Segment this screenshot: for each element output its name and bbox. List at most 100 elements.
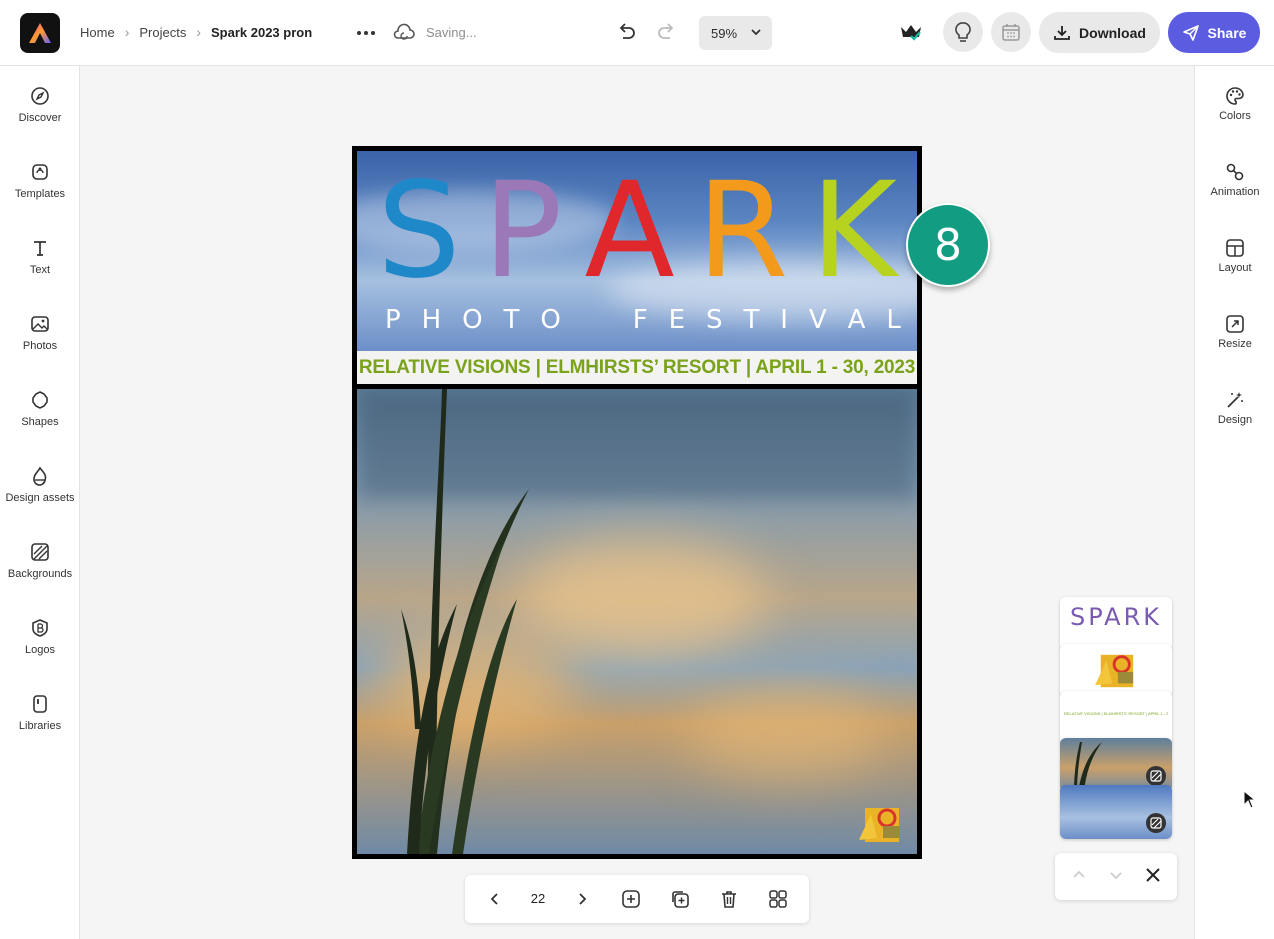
sky-header-image[interactable]: S P A R K P H O T O F E S T I V A L [357, 151, 917, 351]
add-page-icon [622, 890, 640, 908]
mouse-cursor-icon [1243, 789, 1257, 815]
magic-wand-icon [1227, 392, 1243, 408]
app-logo[interactable] [20, 13, 60, 53]
chevron-left-icon [490, 893, 498, 905]
redo-button[interactable] [655, 20, 679, 49]
add-page-button[interactable] [619, 887, 643, 911]
next-page-button[interactable] [570, 887, 594, 911]
water-reflection-photo[interactable] [357, 389, 917, 854]
sidebar-item-text[interactable]: Text [0, 238, 80, 298]
share-button[interactable]: Share [1168, 12, 1260, 53]
sidebar-label: Templates [14, 188, 66, 200]
layer-banner-text[interactable]: RELATIVE VISIONS | ELMHIRSTS’ RESORT | A… [1060, 691, 1172, 745]
undo-button[interactable] [614, 20, 638, 49]
layout-icon [1226, 239, 1244, 257]
delete-page-button[interactable] [717, 887, 741, 911]
undo-icon [619, 23, 635, 39]
layer-spark-title[interactable]: SPARK [1060, 597, 1172, 651]
right-toolbar: Colors Animation Layout Resize Design [1194, 66, 1274, 939]
breadcrumb-home[interactable]: Home [80, 25, 115, 40]
breadcrumb-projects[interactable]: Projects [139, 25, 186, 40]
download-button[interactable]: Download [1039, 12, 1160, 53]
chevron-down-icon [751, 29, 761, 36]
panel-item-layout[interactable]: Layout [1195, 238, 1274, 294]
sidebar-item-libraries[interactable]: Libraries [0, 694, 80, 754]
sidebar-label: Backgrounds [7, 568, 73, 580]
share-label: Share [1207, 24, 1247, 41]
page-number[interactable]: 22 [520, 891, 556, 906]
premium-button[interactable] [891, 12, 931, 52]
sidebar-item-templates[interactable]: Templates [0, 162, 80, 222]
duplicate-page-button[interactable] [668, 887, 692, 911]
adobe-express-logo-icon [29, 23, 51, 43]
sidebar-label: Libraries [18, 720, 62, 732]
crown-check-icon [901, 25, 921, 41]
previous-page-button[interactable] [483, 887, 507, 911]
sidebar-label: Text [29, 264, 51, 276]
panel-label: Layout [1218, 262, 1252, 274]
subtitle-letter: H [421, 305, 442, 335]
design-canvas[interactable]: S P A R K P H O T O F E S T I V A L RELA… [352, 146, 922, 859]
subtitle-letter: O [462, 305, 483, 335]
subtitle-letter: V [808, 305, 827, 335]
chevron-right-icon: › [124, 24, 130, 40]
subtitle-letter: T [743, 305, 760, 335]
more-icon [357, 31, 375, 35]
sidebar-label: Design assets [5, 492, 75, 504]
layers-panel: SPARK RELATIVE VISIONS | ELMHIRSTS’ RESO… [1060, 597, 1172, 839]
sidebar-item-discover[interactable]: Discover [0, 86, 80, 146]
grid-view-button[interactable] [766, 887, 790, 911]
sidebar-item-design-assets[interactable]: Design assets [0, 466, 80, 526]
subtitle-letter: T [503, 305, 520, 335]
page-navigation-bar [465, 875, 809, 923]
spark-title[interactable]: S P A R K [377, 161, 897, 301]
sidebar-item-logos[interactable]: Logos [0, 618, 80, 678]
layers-nav [1055, 853, 1177, 900]
sidebar-item-shapes[interactable]: Shapes [0, 390, 80, 450]
layer-sky-photo[interactable] [1060, 785, 1172, 839]
photo-festival-subtitle[interactable]: P H O T O F E S T I V A L [385, 305, 901, 335]
document-title[interactable]: Spark 2023 pron [211, 25, 312, 40]
libraries-icon [33, 695, 47, 713]
panel-item-resize[interactable]: Resize [1195, 314, 1274, 370]
trash-icon [722, 891, 736, 908]
sidebar-label: Logos [25, 644, 55, 656]
sidebar-item-backgrounds[interactable]: Backgrounds [0, 542, 80, 602]
move-layer-down-button[interactable] [1108, 867, 1124, 888]
panel-item-design[interactable]: Design [1195, 390, 1274, 446]
chevron-up-icon [1073, 870, 1085, 878]
festival-logo-icon [859, 808, 899, 842]
backgrounds-icon [31, 543, 49, 561]
title-letter: K [810, 154, 897, 308]
layer-logo[interactable] [1060, 644, 1172, 698]
zoom-dropdown[interactable]: 59% [699, 16, 772, 50]
chevron-right-icon: › [196, 24, 201, 40]
layer-thumb-banner: RELATIVE VISIONS | ELMHIRSTS’ RESORT | A… [1064, 711, 1168, 716]
close-icon [1146, 868, 1160, 882]
close-layers-button[interactable] [1144, 866, 1162, 889]
save-status: Saving... [426, 25, 477, 40]
cloud-sync-icon [392, 22, 416, 47]
tips-button[interactable] [943, 12, 983, 52]
schedule-button[interactable] [991, 12, 1031, 52]
title-letter: R [696, 154, 789, 308]
panel-label: Design [1217, 414, 1253, 426]
title-letter: S [377, 154, 461, 308]
word-gap [582, 305, 612, 335]
sidebar-label: Photos [22, 340, 58, 352]
background-lock-icon[interactable] [1146, 813, 1166, 833]
panel-item-animation[interactable]: Animation [1195, 162, 1274, 218]
compass-icon [31, 87, 49, 105]
panel-label: Resize [1218, 338, 1252, 350]
event-info-banner[interactable]: RELATIVE VISIONS | ELMHIRSTS’ RESORT | A… [357, 351, 917, 384]
subtitle-letter: E [668, 305, 686, 335]
left-toolbar: Discover Templates Text Photos Shapes De… [0, 66, 80, 939]
background-lock-icon[interactable] [1146, 766, 1166, 786]
design-assets-icon [33, 466, 47, 486]
animation-icon [1226, 163, 1244, 181]
layer-reflection-photo[interactable] [1060, 738, 1172, 792]
more-options-button[interactable] [353, 22, 379, 44]
panel-item-colors[interactable]: Colors [1195, 86, 1274, 142]
move-layer-up-button[interactable] [1071, 867, 1087, 888]
sidebar-item-photos[interactable]: Photos [0, 314, 80, 374]
